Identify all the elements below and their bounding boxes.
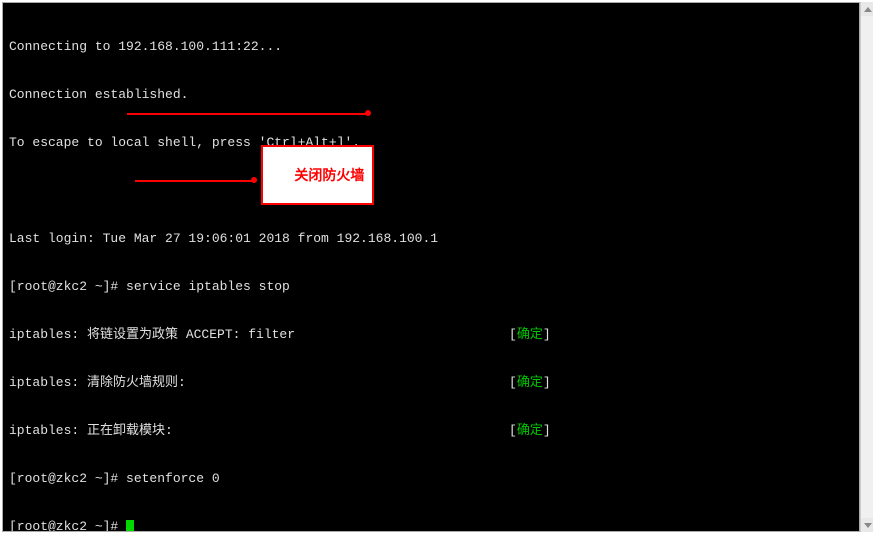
line-cmd-iptables: [root@zkc2 ~]# service iptables stop <box>9 279 853 295</box>
line-last-login: Last login: Tue Mar 27 19:06:01 2018 fro… <box>9 231 853 247</box>
chevron-up-icon <box>864 7 872 12</box>
annotation-dot-1 <box>365 110 371 116</box>
annotation-text: 关闭防火墙 <box>294 167 364 183</box>
line-ipt-filter: iptables: 将链设置为政策 ACCEPT: filter [确定] <box>9 327 853 343</box>
annotation-label-box: 关闭防火墙 <box>261 145 374 205</box>
status-ok-2: [确定] <box>509 375 551 391</box>
scrollbar[interactable] <box>860 2 873 532</box>
scroll-up-button[interactable] <box>861 2 873 16</box>
line-established: Connection established. <box>9 87 853 103</box>
scroll-down-button[interactable] <box>861 518 873 532</box>
ipt-msg-3: iptables: 正在卸载模块: <box>9 423 509 439</box>
line-escape: To escape to local shell, press 'Ctrl+Al… <box>9 135 853 151</box>
annotation-dot-2 <box>251 177 257 183</box>
annotation-underline-1 <box>127 113 367 115</box>
line-connecting: Connecting to 192.168.100.111:22... <box>9 39 853 55</box>
line-ipt-unload: iptables: 正在卸载模块: [确定] <box>9 423 853 439</box>
status-ok-3: [确定] <box>509 423 551 439</box>
status-ok-1: [确定] <box>509 327 551 343</box>
line-prompt-current: [root@zkc2 ~]# <box>9 519 853 532</box>
terminal-window: Connecting to 192.168.100.111:22... Conn… <box>2 2 860 532</box>
annotation-underline-2 <box>135 180 253 182</box>
ipt-msg-1: iptables: 将链设置为政策 ACCEPT: filter <box>9 327 509 343</box>
line-blank <box>9 183 853 199</box>
cursor <box>126 520 134 532</box>
line-cmd-setenforce: [root@zkc2 ~]# setenforce 0 <box>9 471 853 487</box>
line-ipt-clear: iptables: 清除防火墙规则: [确定] <box>9 375 853 391</box>
chevron-down-icon <box>864 523 872 528</box>
ipt-msg-2: iptables: 清除防火墙规则: <box>9 375 509 391</box>
terminal-content[interactable]: Connecting to 192.168.100.111:22... Conn… <box>3 3 859 532</box>
